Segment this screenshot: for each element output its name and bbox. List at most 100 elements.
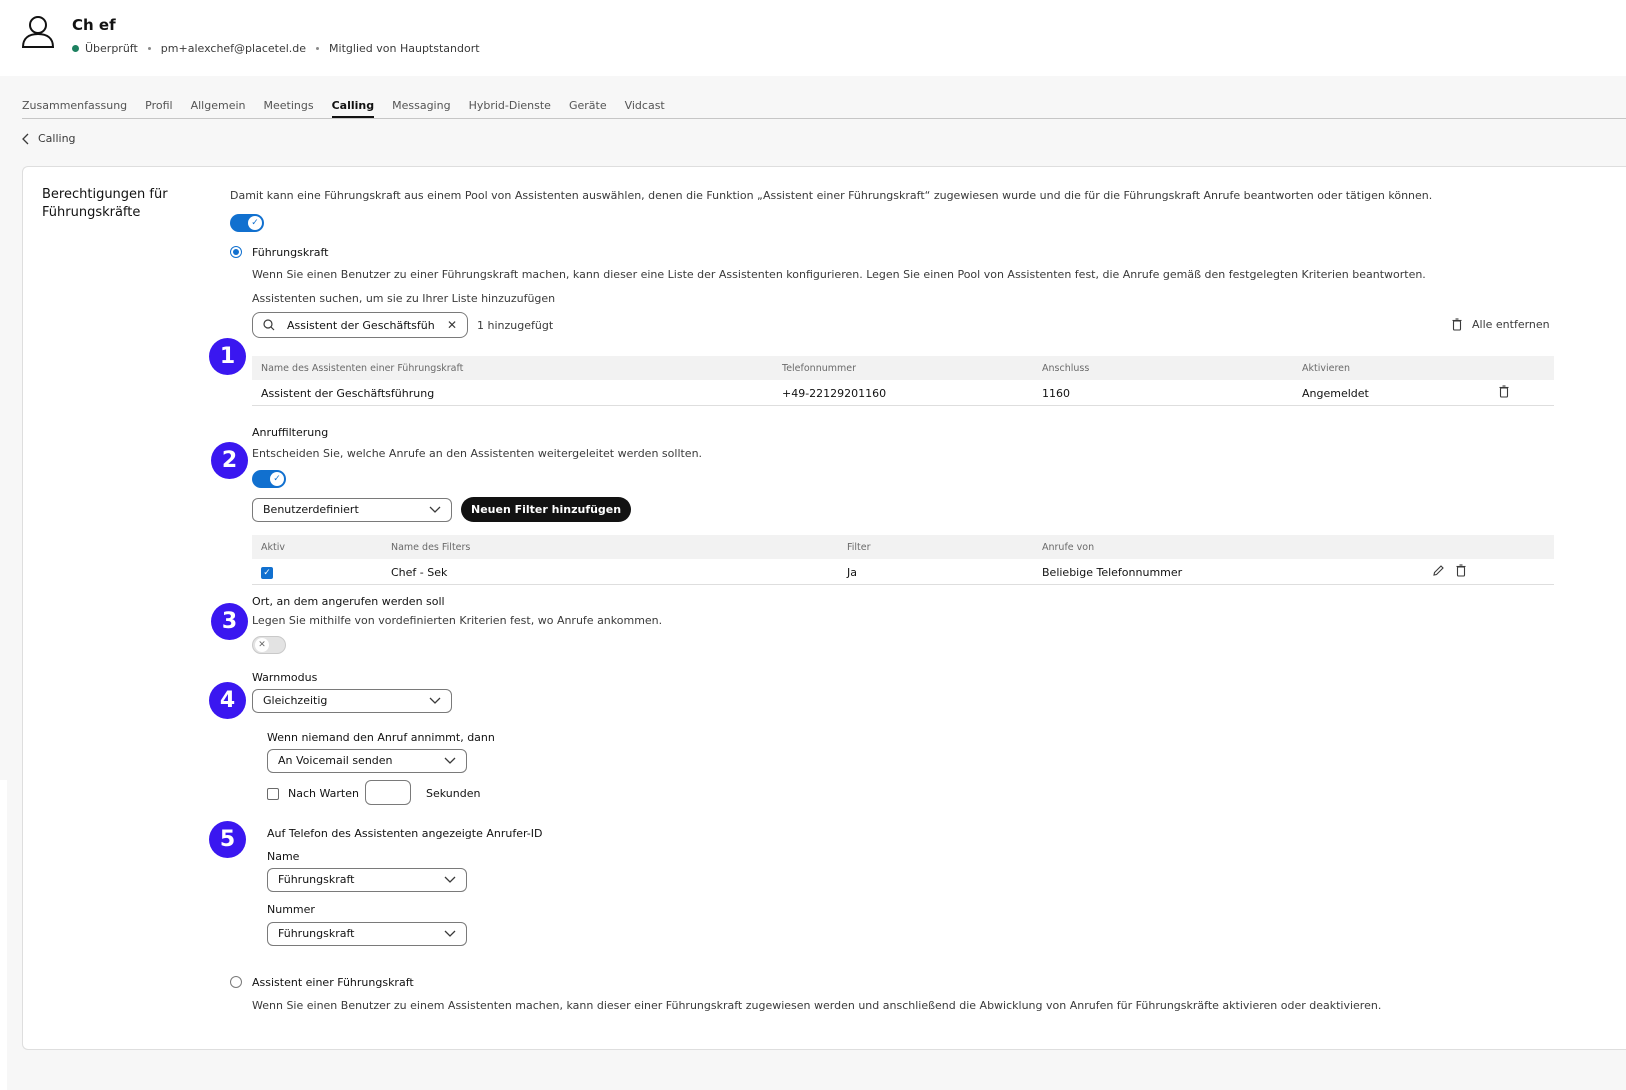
filter-mode-select[interactable]: Benutzerdefiniert xyxy=(252,498,452,522)
caller-id-name-value: Führungskraft xyxy=(278,873,355,886)
remove-all-label: Alle entfernen xyxy=(1472,318,1550,331)
assistant-search-label: Assistenten suchen, um sie zu Ihrer List… xyxy=(252,292,556,305)
filter-active-checkbox[interactable]: ✓ xyxy=(261,567,273,579)
no-answer-select[interactable]: An Voicemail senden xyxy=(267,749,467,773)
added-count: 1 hinzugefügt xyxy=(477,319,554,332)
tab-calling[interactable]: Calling xyxy=(331,99,375,118)
assistant-phone-cell: +49-22129201160 xyxy=(782,387,887,400)
call-filtering-description: Entscheiden Sie, welche Anrufe an den As… xyxy=(252,447,703,460)
chevron-down-icon xyxy=(444,757,456,764)
page-edge xyxy=(0,780,7,1090)
tab-geraete[interactable]: Geräte xyxy=(569,99,607,118)
alert-mode-title: Warnmodus xyxy=(252,671,318,684)
call-filtering-toggle[interactable]: ✓ xyxy=(252,470,286,488)
assistant-extension-cell: 1160 xyxy=(1042,387,1070,400)
assistant-search-input[interactable]: Assistent der Geschäftsführung ✕ xyxy=(252,312,468,338)
caller-id-number-label: Nummer xyxy=(267,903,315,916)
executive-permissions-toggle[interactable]: ✓ xyxy=(230,214,264,232)
section-description: Damit kann eine Führungskraft aus einem … xyxy=(230,189,1433,202)
no-answer-label: Wenn niemand den Anruf annimmt, dann xyxy=(267,731,495,744)
col-extension: Anschluss xyxy=(1042,363,1090,374)
chevron-down-icon xyxy=(429,697,441,704)
calls-from-cell: Beliebige Telefonnummer xyxy=(1042,566,1183,579)
user-email: pm+alexchef@placetel.de xyxy=(160,42,307,55)
assistant-description: Wenn Sie einen Benutzer zu einem Assiste… xyxy=(252,999,1382,1012)
no-answer-value: An Voicemail senden xyxy=(278,754,393,767)
tab-bar: Zusammenfassung Profil Allgemein Meeting… xyxy=(22,99,683,118)
assistants-table-header: Name des Assistenten einer Führungskraft… xyxy=(252,356,1554,380)
wait-seconds-input[interactable] xyxy=(365,780,411,805)
tab-allgemein[interactable]: Allgemein xyxy=(191,99,246,118)
alert-mode-value: Gleichzeitig xyxy=(263,694,328,707)
caller-id-title: Auf Telefon des Assistenten angezeigte A… xyxy=(267,827,543,840)
close-icon[interactable]: ✕ xyxy=(447,318,457,332)
tab-zusammenfassung[interactable]: Zusammenfassung xyxy=(22,99,127,118)
assistant-radio-label: Assistent einer Führungskraft xyxy=(252,976,414,989)
wait-checkbox[interactable] xyxy=(267,788,279,800)
col-phone: Telefonnummer xyxy=(782,363,856,374)
chevron-left-icon xyxy=(22,133,29,144)
tab-profil[interactable]: Profil xyxy=(145,99,172,118)
filter-value-cell: Ja xyxy=(847,566,857,579)
trash-icon[interactable] xyxy=(1499,385,1509,398)
tab-hybrid-dienste[interactable]: Hybrid-Dienste xyxy=(469,99,551,118)
tab-divider xyxy=(22,118,1626,119)
filters-table-header: Aktiv Name des Filters Filter Anrufe von xyxy=(252,535,1554,559)
chevron-down-icon xyxy=(444,876,456,883)
call-filtering-title: Anruffilterung xyxy=(252,426,329,439)
user-name: Ch ef xyxy=(72,16,116,34)
call-location-title: Ort, an dem angerufen werden soll xyxy=(252,595,445,608)
table-row: Assistent der Geschäftsführung +49-22129… xyxy=(252,380,1554,406)
section-title: Berechtigungen für Führungskräfte xyxy=(42,187,168,220)
search-value: Assistent der Geschäftsführung xyxy=(287,318,435,332)
close-icon: ✕ xyxy=(255,638,269,652)
filter-mode-value: Benutzerdefiniert xyxy=(263,503,359,516)
add-filter-button[interactable]: Neuen Filter hinzufügen xyxy=(461,497,632,522)
status-dot xyxy=(72,45,79,52)
tab-messaging[interactable]: Messaging xyxy=(392,99,450,118)
annotation-badge-3: 3 xyxy=(211,603,248,640)
executive-description: Wenn Sie einen Benutzer zu einer Führung… xyxy=(252,268,1426,281)
col-assistant-name: Name des Assistenten einer Führungskraft xyxy=(261,363,464,374)
executive-radio-label: Führungskraft xyxy=(252,246,329,259)
chevron-down-icon xyxy=(429,506,441,513)
alert-mode-select[interactable]: Gleichzeitig xyxy=(252,689,452,713)
col-active: Aktiv xyxy=(261,542,285,553)
col-calls-from: Anrufe von xyxy=(1042,542,1095,553)
pencil-icon[interactable] xyxy=(1432,564,1445,577)
annotation-badge-5: 5 xyxy=(209,821,246,858)
col-filter-name: Name des Filters xyxy=(391,542,471,553)
seconds-label: Sekunden xyxy=(426,787,481,800)
filter-name-cell: Chef - Sek xyxy=(391,566,448,579)
assistant-activate-cell: Angemeldet xyxy=(1302,387,1369,400)
trash-icon xyxy=(1452,318,1462,331)
assistant-name-cell: Assistent der Geschäftsführung xyxy=(261,387,435,400)
user-meta: Überprüft pm+alexchef@placetel.de Mitgli… xyxy=(72,42,480,55)
tab-vidcast[interactable]: Vidcast xyxy=(625,99,665,118)
check-icon: ✓ xyxy=(248,216,262,230)
executive-radio[interactable] xyxy=(230,246,242,258)
trash-icon[interactable] xyxy=(1456,564,1466,577)
table-row: ✓ Chef - Sek Ja Beliebige Telefonnummer xyxy=(252,559,1554,585)
remove-all-button[interactable]: Alle entfernen xyxy=(1452,318,1550,331)
tab-meetings[interactable]: Meetings xyxy=(264,99,314,118)
caller-id-number-select[interactable]: Führungskraft xyxy=(267,922,467,946)
user-membership: Mitglied von Hauptstandort xyxy=(329,42,480,55)
search-icon xyxy=(263,319,275,331)
chevron-down-icon xyxy=(444,930,456,937)
call-location-toggle[interactable]: ✕ xyxy=(252,636,286,654)
col-activate: Aktivieren xyxy=(1302,363,1351,374)
user-status: Überprüft xyxy=(85,42,138,55)
caller-id-name-select[interactable]: Führungskraft xyxy=(267,868,467,892)
separator-dot xyxy=(147,47,151,50)
back-link[interactable]: Calling xyxy=(22,132,76,145)
caller-id-name-label: Name xyxy=(267,850,300,863)
call-location-description: Legen Sie mithilfe von vordefinierten Kr… xyxy=(252,614,663,627)
col-filter: Filter xyxy=(847,542,871,553)
assistant-radio[interactable] xyxy=(230,976,242,988)
user-header xyxy=(0,0,1626,76)
separator-dot xyxy=(316,47,320,50)
annotation-badge-1: 1 xyxy=(209,338,246,375)
check-icon: ✓ xyxy=(270,472,284,486)
wait-label: Nach Warten xyxy=(288,787,359,800)
